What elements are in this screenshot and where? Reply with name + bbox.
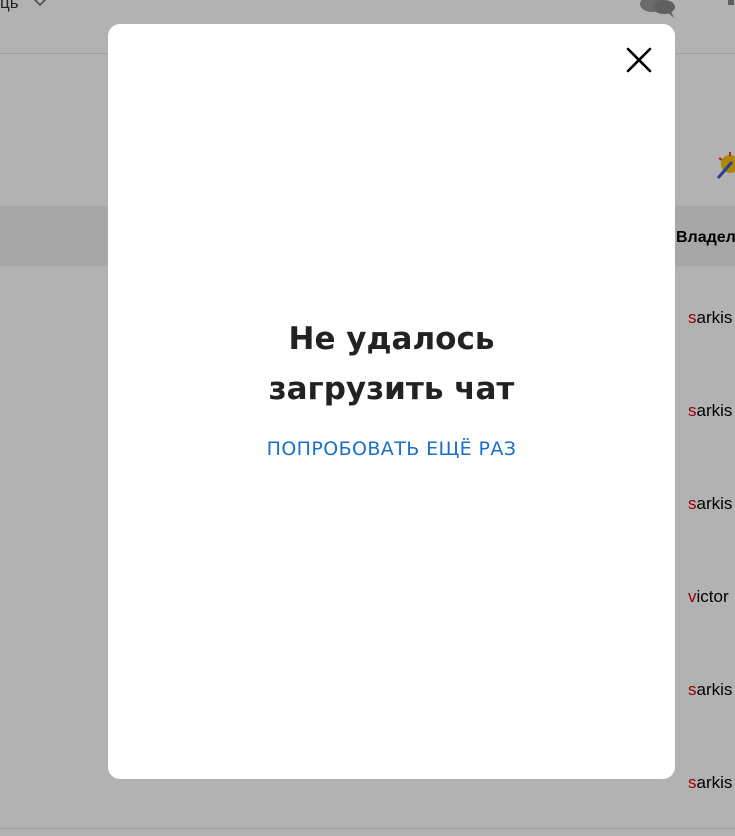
error-title: Не удалось загрузить чат (108, 314, 675, 414)
modal-content: Не удалось загрузить чат ПОПРОБОВАТЬ ЕЩЁ… (108, 314, 675, 460)
error-title-line: загрузить чат (268, 371, 515, 407)
chat-error-modal: Не удалось загрузить чат ПОПРОБОВАТЬ ЕЩЁ… (108, 24, 675, 779)
close-button[interactable] (623, 44, 655, 76)
error-title-line: Не удалось (288, 321, 495, 357)
retry-button[interactable]: ПОПРОБОВАТЬ ЕЩЁ РАЗ (267, 438, 517, 460)
close-icon (626, 47, 652, 73)
